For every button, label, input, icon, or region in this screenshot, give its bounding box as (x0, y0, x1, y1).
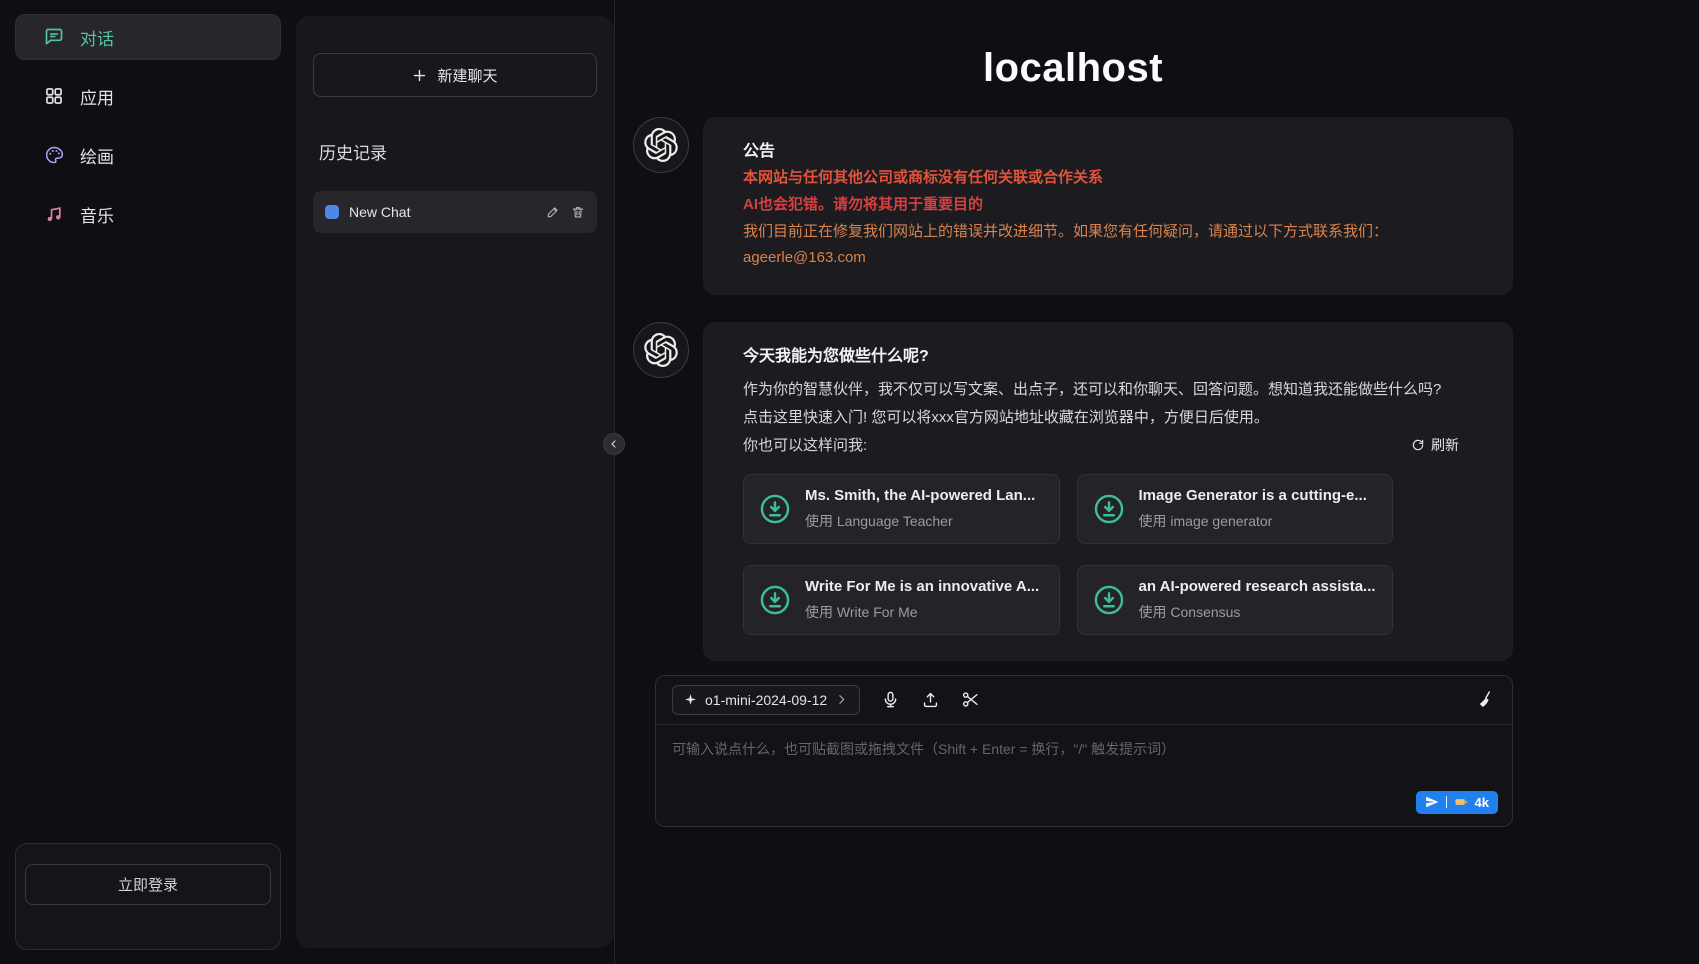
mic-button[interactable] (881, 690, 900, 709)
welcome-title: 今天我能为您做些什么呢? (743, 342, 1465, 366)
suggestion-title: Write For Me is an innovative A... (805, 578, 1039, 595)
message-announcement: 公告 本网站与任何其他公司或商标没有任何关联或合作关系 AI也会犯错。请勿将其用… (633, 117, 1513, 295)
welcome-card: 今天我能为您做些什么呢? 作为你的智慧伙伴，我不仅可以写文案、出点子，还可以和你… (703, 322, 1513, 661)
token-icon (1454, 795, 1468, 809)
refresh-button[interactable]: 刷新 (1405, 434, 1465, 456)
chevron-right-icon (835, 693, 848, 706)
suggestion-subtitle: 使用 Language Teacher (805, 511, 1035, 531)
chat-list-panel: 新建聊天 历史记录 New Chat (296, 16, 614, 948)
broom-icon (1477, 690, 1496, 709)
upload-button[interactable] (921, 690, 940, 709)
download-circle-icon (1092, 492, 1126, 526)
message-input[interactable] (656, 725, 1512, 785)
sparkle-icon (684, 693, 697, 706)
chat-item-actions (546, 205, 585, 219)
sidebar-item-chat[interactable]: 对话 (15, 14, 281, 60)
apps-icon (44, 86, 64, 106)
announcement-line: AI也会犯错。请勿将其用于重要目的 (743, 194, 1465, 216)
plus-icon (412, 68, 427, 83)
contact-email-link[interactable]: ageerle@163.com (743, 247, 866, 269)
sidebar-item-label: 应用 (80, 84, 114, 109)
sidebar: 对话 应用 绘画 音乐 立即登录 (0, 0, 296, 964)
assistant-avatar (633, 117, 689, 173)
announcement-line: 我们目前正在修复我们网站上的错误并改进细节。如果您有任何疑问，请通过以下方式联系… (743, 221, 1465, 243)
send-button[interactable]: 4k (1416, 791, 1498, 814)
sidebar-item-music[interactable]: 音乐 (15, 191, 281, 237)
token-count: 4k (1475, 795, 1489, 810)
composer-send-row: 4k (656, 785, 1512, 826)
suggestion-subtitle: 使用 image generator (1139, 511, 1367, 531)
composer-input-area (656, 725, 1512, 785)
openai-logo-icon (644, 128, 678, 162)
panel-divider (614, 0, 615, 964)
edit-icon[interactable] (546, 205, 560, 219)
pill-divider (1446, 796, 1447, 808)
download-circle-icon (758, 492, 792, 526)
history-title: 历史记录 (319, 139, 597, 164)
suggestion-grid: Ms. Smith, the AI-powered Lan... 使用 Lang… (743, 474, 1393, 635)
sidebar-item-label: 音乐 (80, 202, 114, 227)
sidebar-item-label: 对话 (80, 25, 114, 50)
music-icon (44, 204, 64, 224)
upload-icon (921, 690, 940, 709)
scissors-button[interactable] (961, 690, 980, 709)
new-chat-label: 新建聊天 (437, 65, 497, 86)
main-area: localhost 公告 本网站与任何其他公司或商标没有任何关联或合作关系 AI… (615, 0, 1699, 964)
scissors-icon (961, 690, 980, 709)
model-selector[interactable]: o1-mini-2024-09-12 (672, 685, 860, 715)
composer: o1-mini-2024-09-12 (655, 675, 1513, 827)
sidebar-item-label: 绘画 (80, 143, 114, 168)
page-title: localhost (633, 46, 1513, 91)
message-welcome: 今天我能为您做些什么呢? 作为你的智慧伙伴，我不仅可以写文案、出点子，还可以和你… (633, 322, 1513, 661)
new-chat-button[interactable]: 新建聊天 (313, 53, 597, 97)
sidebar-item-apps[interactable]: 应用 (15, 73, 281, 119)
model-name: o1-mini-2024-09-12 (705, 692, 827, 708)
palette-icon (44, 145, 64, 165)
suggestion-card[interactable]: Image Generator is a cutting-e... 使用 ima… (1077, 474, 1394, 544)
suggestion-title: Ms. Smith, the AI-powered Lan... (805, 487, 1035, 504)
announcement-title: 公告 (743, 137, 1465, 161)
sidebar-spacer (15, 250, 281, 843)
suggestion-subtitle: 使用 Write For Me (805, 602, 1039, 622)
composer-toolbar: o1-mini-2024-09-12 (656, 676, 1512, 725)
message-list: 公告 本网站与任何其他公司或商标没有任何关联或合作关系 AI也会犯错。请勿将其用… (633, 117, 1513, 661)
refresh-label: 刷新 (1431, 435, 1459, 455)
suggestion-subtitle: 使用 Consensus (1139, 602, 1376, 622)
chevron-left-icon (608, 438, 620, 450)
clear-context-button[interactable] (1477, 690, 1496, 709)
chat-item-icon (325, 205, 339, 219)
announcement-line: 本网站与任何其他公司或商标没有任何关联或合作关系 (743, 167, 1465, 189)
chat-list-item[interactable]: New Chat (313, 191, 597, 233)
download-circle-icon (1092, 583, 1126, 617)
chat-item-title: New Chat (349, 204, 536, 220)
login-button[interactable]: 立即登录 (25, 864, 271, 905)
welcome-hint-row: 你也可以这样问我: 刷新 (743, 434, 1465, 456)
suggestion-card[interactable]: Write For Me is an innovative A... 使用 Wr… (743, 565, 1060, 635)
announcement-card: 公告 本网站与任何其他公司或商标没有任何关联或合作关系 AI也会犯错。请勿将其用… (703, 117, 1513, 295)
delete-icon[interactable] (571, 205, 585, 219)
refresh-icon (1411, 438, 1425, 452)
app-root: 对话 应用 绘画 音乐 立即登录 (0, 0, 1699, 964)
welcome-body: 作为你的智慧伙伴，我不仅可以写文案、出点子，还可以和你聊天、回答问题。想知道我还… (743, 376, 1443, 432)
sidebar-item-draw[interactable]: 绘画 (15, 132, 281, 178)
download-circle-icon (758, 583, 792, 617)
suggestion-card[interactable]: Ms. Smith, the AI-powered Lan... 使用 Lang… (743, 474, 1060, 544)
openai-logo-icon (644, 333, 678, 367)
suggestion-title: Image Generator is a cutting-e... (1139, 487, 1367, 504)
suggestion-card[interactable]: an AI-powered research assista... 使用 Con… (1077, 565, 1394, 635)
login-panel: 立即登录 (15, 843, 281, 950)
welcome-ask-hint: 你也可以这样问我: (743, 434, 867, 455)
suggestion-title: an AI-powered research assista... (1139, 578, 1376, 595)
send-icon (1425, 795, 1439, 809)
collapse-handle[interactable] (603, 433, 625, 455)
chat-icon (44, 27, 64, 47)
assistant-avatar (633, 322, 689, 378)
mic-icon (881, 690, 900, 709)
